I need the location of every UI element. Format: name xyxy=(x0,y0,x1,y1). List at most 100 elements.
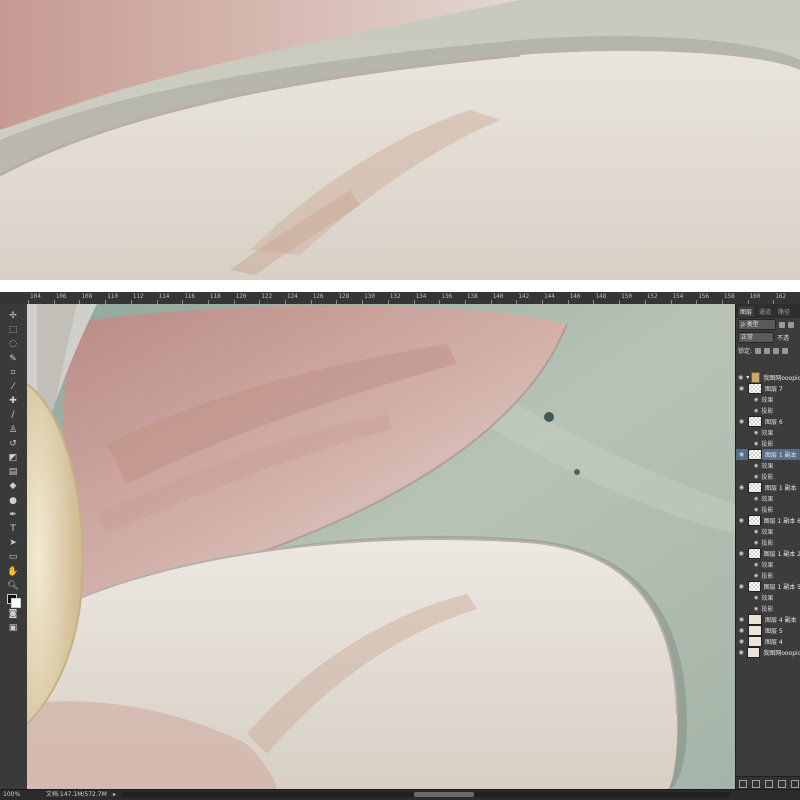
healing-brush-tool-icon[interactable]: ✚ xyxy=(7,395,19,407)
brush-tool-icon[interactable]: ∕ xyxy=(7,409,19,421)
blend-mode-select[interactable]: 正常 xyxy=(738,332,774,343)
document-canvas[interactable] xyxy=(27,304,735,790)
ruler-label: 136 xyxy=(441,293,453,300)
layer-row[interactable]: ◉ 图层 1 副本 2 xyxy=(736,548,800,559)
eye-icon[interactable]: ◉ xyxy=(738,484,745,491)
layer-row[interactable]: ◉ 图层 1 副本 5 xyxy=(736,581,800,592)
layer-effect-row[interactable]: ◉ 投影 xyxy=(736,570,800,581)
lock-paint-icon[interactable] xyxy=(764,347,771,354)
layer-effect-row[interactable]: ◉ 投影 xyxy=(736,537,800,548)
lock-all-icon[interactable] xyxy=(782,347,789,354)
eraser-tool-icon[interactable]: ◩ xyxy=(7,452,19,464)
layer-effect-row[interactable]: ◉ 投影 xyxy=(736,504,800,515)
ruler-label: 150 xyxy=(621,293,632,300)
lasso-tool-icon[interactable]: ◌ xyxy=(7,338,19,350)
eye-icon[interactable]: ◉ xyxy=(738,418,745,425)
zoom-tool-icon[interactable]: 🔍︎ xyxy=(7,580,19,592)
layer-row[interactable]: ◉ 图层 1 副本 xyxy=(736,449,800,460)
tab-1[interactable]: 通道 xyxy=(757,306,773,317)
fx-icon[interactable] xyxy=(751,779,760,788)
clone-stamp-tool-icon[interactable]: ♙ xyxy=(7,424,19,436)
layer-row[interactable]: ◉ 图层 7 xyxy=(736,383,800,394)
filter-pixel-icon[interactable] xyxy=(779,321,785,328)
effect-visibility-icon[interactable]: ◉ xyxy=(754,408,758,414)
layer-effect-row[interactable]: ◉ 投影 xyxy=(736,603,800,614)
filter-adjust-icon[interactable] xyxy=(788,321,794,328)
effect-visibility-icon[interactable]: ◉ xyxy=(754,595,758,601)
type-tool-icon[interactable]: T xyxy=(7,523,19,535)
effect-visibility-icon[interactable]: ◉ xyxy=(754,573,758,579)
eye-icon[interactable]: ◉ xyxy=(738,517,745,524)
hand-tool-icon[interactable]: ✋ xyxy=(7,566,19,578)
eye-icon[interactable]: ◉ xyxy=(738,451,745,458)
link-layers-icon[interactable] xyxy=(738,779,747,788)
effect-visibility-icon[interactable]: ◉ xyxy=(754,397,758,403)
layer-filter-select[interactable]: ρ 类型 xyxy=(738,319,776,330)
move-tool-icon[interactable]: ✢ xyxy=(7,310,19,322)
status-menu-arrow-icon[interactable]: ▸ xyxy=(113,790,116,800)
layer-row[interactable]: ◉ 图层 4 xyxy=(736,636,800,647)
eye-icon[interactable]: ◉ xyxy=(738,374,743,381)
eye-icon[interactable]: ◉ xyxy=(738,627,745,634)
pen-tool-icon[interactable]: ✒ xyxy=(7,509,19,521)
layer-row[interactable]: ◉ 我图网ooopic xyxy=(736,647,800,658)
zoom-level[interactable]: 100% xyxy=(3,790,20,800)
eye-icon[interactable]: ◉ xyxy=(738,649,744,656)
effect-visibility-icon[interactable]: ◉ xyxy=(754,496,758,502)
layer-effect-row[interactable]: ◉ 效果 xyxy=(736,493,800,504)
gradient-tool-icon[interactable]: ▤ xyxy=(7,466,19,478)
blur-tool-icon[interactable]: ◆ xyxy=(7,480,19,492)
scrollbar-thumb[interactable] xyxy=(414,792,474,797)
layer-effect-row[interactable]: ◉ 效果 xyxy=(736,394,800,405)
dodge-tool-icon[interactable]: ● xyxy=(7,495,19,507)
marquee-tool-icon[interactable]: ⬚ xyxy=(7,324,19,336)
shape-tool-icon[interactable]: ▭ xyxy=(7,551,19,563)
effect-visibility-icon[interactable]: ◉ xyxy=(754,463,758,469)
color-swatch-icon[interactable] xyxy=(7,594,21,608)
layer-effect-row[interactable]: ◉ 效果 xyxy=(736,526,800,537)
eyedropper-tool-icon[interactable]: ⁄ xyxy=(7,381,19,393)
tab-2[interactable]: 路径 xyxy=(776,306,792,317)
layer-row[interactable]: ◉ ▾ 我图网ooopic xyxy=(736,372,800,383)
layer-row[interactable]: ◉ 图层 4 副本 xyxy=(736,614,800,625)
screen-mode-icon[interactable]: ▣ xyxy=(7,622,19,634)
quick-select-tool-icon[interactable]: ✎ xyxy=(7,353,19,365)
effect-visibility-icon[interactable]: ◉ xyxy=(754,441,758,447)
layer-effect-row[interactable]: ◉ 效果 xyxy=(736,592,800,603)
layer-effect-row[interactable]: ◉ 效果 xyxy=(736,460,800,471)
tab-0[interactable]: 图层 xyxy=(738,305,755,317)
delete-layer-icon[interactable] xyxy=(790,779,799,788)
history-brush-tool-icon[interactable]: ↺ xyxy=(7,438,19,450)
new-layer-icon[interactable] xyxy=(777,779,786,788)
effect-visibility-icon[interactable]: ◉ xyxy=(754,606,758,612)
eye-icon[interactable]: ◉ xyxy=(738,638,745,645)
layer-row[interactable]: ◉ 图层 6 xyxy=(736,416,800,427)
lock-position-icon[interactable] xyxy=(773,347,780,354)
layer-effect-row[interactable]: ◉ 投影 xyxy=(736,471,800,482)
effect-visibility-icon[interactable]: ◉ xyxy=(754,562,758,568)
layer-effect-row[interactable]: ◉ 效果 xyxy=(736,427,800,438)
eye-icon[interactable]: ◉ xyxy=(738,583,745,590)
crop-tool-icon[interactable]: ⌗ xyxy=(7,367,19,379)
chevron-down-icon[interactable]: ▾ xyxy=(746,374,749,381)
horizontal-scrollbar[interactable] xyxy=(122,792,730,797)
eye-icon[interactable]: ◉ xyxy=(738,550,745,557)
lock-transparent-icon[interactable] xyxy=(755,347,762,354)
add-mask-icon[interactable] xyxy=(764,779,773,788)
effect-visibility-icon[interactable]: ◉ xyxy=(754,507,758,513)
path-select-tool-icon[interactable]: ➤ xyxy=(7,537,19,549)
effect-visibility-icon[interactable]: ◉ xyxy=(754,529,758,535)
layer-row[interactable]: ◉ 图层 5 xyxy=(736,625,800,636)
layer-effect-row[interactable]: ◉ 投影 xyxy=(736,438,800,449)
effect-visibility-icon[interactable]: ◉ xyxy=(754,474,758,480)
quick-mask-icon[interactable]: ◙ xyxy=(7,608,19,620)
layer-row[interactable]: ◉ 图层 1 副本 xyxy=(736,482,800,493)
eye-icon[interactable]: ◉ xyxy=(738,385,745,392)
layer-row[interactable]: ◉ 图层 1 副本 6 xyxy=(736,515,800,526)
effect-visibility-icon[interactable]: ◉ xyxy=(754,430,758,436)
effect-visibility-icon[interactable]: ◉ xyxy=(754,540,758,546)
layer-effect-row[interactable]: ◉ 效果 xyxy=(736,559,800,570)
ruler-label: 130 xyxy=(364,293,375,300)
layer-effect-row[interactable]: ◉ 投影 xyxy=(736,405,800,416)
eye-icon[interactable]: ◉ xyxy=(738,616,745,623)
